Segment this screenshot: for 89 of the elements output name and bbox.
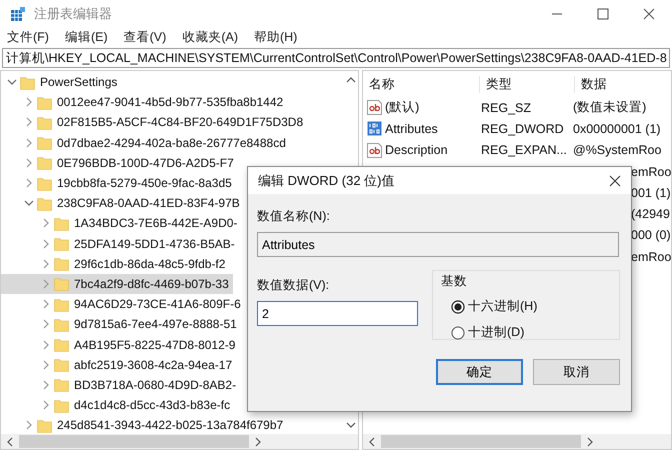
folder-icon [37,176,52,191]
table-cell-text: (数值未设置) [572,99,648,116]
radio-button[interactable] [451,300,465,314]
scroll-left-icon[interactable] [369,436,375,446]
tree-item[interactable]: d4c1d4c8-d5cc-43d3-b83e-fc [1,395,234,416]
registry-icon [10,6,26,22]
menu-item[interactable]: 文件(F) [4,29,52,46]
radio-label[interactable]: 十进制(D) [468,324,524,341]
scroll-left-icon[interactable] [7,436,13,446]
menu-item[interactable]: 帮助(H) [250,29,300,46]
maximize-icon[interactable] [597,8,609,20]
tree-item[interactable]: 0012ee47-9041-4b5d-9b77-535fba8b1442 [1,92,288,112]
tree-item[interactable]: PowerSettings [1,72,122,92]
folder-icon [37,135,52,150]
value-name[interactable]: Attributes [385,122,438,136]
table-cell-text: REG_EXPAN... [480,143,568,158]
value-name[interactable]: Description [385,143,448,158]
table-cell: emRoo [631,250,672,264]
tree-item[interactable]: 238C9FA8-0AAD-41ED-83F4-97B [1,193,244,214]
folder-icon [54,337,69,352]
tree-item[interactable]: 19cbb8fa-5279-450e-9fac-8a3d5 [1,172,236,194]
folder-icon [54,377,69,392]
folder-icon [54,398,69,413]
radio-label[interactable]: 十六进制(H) [468,298,538,315]
horizontal-scrollbar[interactable] [1,434,358,449]
column-header[interactable]: 类型 [480,76,575,92]
tree-item[interactable]: 9d7815a6-7ee4-497e-8888-51 [1,314,241,334]
ok-button[interactable]: 确定 [436,359,523,385]
folder-icon [54,276,69,292]
value-data-label: 数值数据(V): [257,277,330,294]
folder-icon [54,256,69,272]
tree-item[interactable]: 94AC6D29-73CE-41A6-809F-6 [1,294,245,314]
folder-icon [37,155,52,170]
binary-value-icon [367,121,382,136]
close-icon[interactable] [609,174,621,186]
window-title: 注册表编辑器 [34,5,112,23]
radio-button[interactable] [451,326,465,340]
table-cell: (42949 [631,207,670,222]
menu-item[interactable]: 查看(V) [120,29,170,46]
value-name-label: 数值名称(N): [257,208,331,225]
table-cell: 000 (0) [631,228,671,242]
scroll-up-icon[interactable] [346,77,356,83]
table-cell-text: REG_SZ [480,100,532,115]
string-value-icon [367,142,382,158]
table-cell: emRoo [631,164,672,179]
tree-item[interactable]: BD3B718A-0680-4D9D-8AB2- [1,374,240,395]
horizontal-scrollbar[interactable] [363,434,672,449]
folder-icon [54,316,69,332]
menu-item[interactable]: 收藏夹(A) [179,29,241,46]
address-bar[interactable]: 计算机\HKEY_LOCAL_MACHINE\SYSTEM\CurrentControlSet\Control\Power\PowerSettings\238C9FA8-0AAD-41ED-8 [2,48,670,68]
scroll-down-icon[interactable] [346,422,356,428]
column-header[interactable]: 名称 [363,76,480,92]
folder-icon [54,296,69,312]
tree-item[interactable]: 1A34BDC3-7E6B-442E-A9D0- [1,213,242,234]
scrollbar-thumb[interactable] [381,435,581,448]
scroll-right-icon[interactable] [255,436,261,446]
folder-icon [37,196,52,211]
scrollbar-thumb[interactable] [19,435,249,448]
table-cell: 001 (1) [631,186,671,200]
tree-item[interactable]: 0E796BDB-100D-47D6-A2D5-F7 [1,152,238,173]
folder-icon [54,357,69,372]
scroll-right-icon[interactable] [587,436,593,446]
folder-icon [54,236,69,252]
folder-icon [20,74,35,90]
dialog-title: 编辑 DWORD (32 位)值 [258,172,394,190]
tree-item[interactable]: 02F815B5-A5CF-4C84-BF20-649D1F75D3D8 [1,112,308,133]
tree-item[interactable]: abfc2519-3608-4c2a-94ea-17 [1,354,236,375]
tree-item[interactable]: A4B195F5-8225-47D8-8012-9 [1,334,240,355]
folder-icon [54,216,69,231]
tree-item[interactable]: 245d8541-3943-4422-b025-13a784f679b7 [1,415,288,434]
folder-icon [37,114,52,130]
tree-item[interactable]: 0d7dbae2-4294-402a-ba8e-26777e8488cd [1,132,290,153]
value-name[interactable]: (默认) [385,99,420,116]
base-label: 基数 [441,273,468,290]
table-cell-text: 0x00000001 (1) [572,122,662,136]
table-cell-text: @%SystemRoo [572,143,662,158]
tree-item[interactable]: 7bc4a2f9-d8fc-4469-b07b-33 [1,274,233,294]
tree-item[interactable]: 25DFA149-5DD1-4736-B5AB- [1,234,239,254]
column-header[interactable]: 数据 [575,76,672,92]
folder-icon [37,418,52,433]
cancel-button[interactable]: 取消 [533,359,620,385]
string-value-icon [367,100,382,116]
tree-item[interactable]: 29f6c1db-86da-48c5-9fdb-f2 [1,254,230,274]
menu-item[interactable]: 编辑(E) [62,29,111,46]
folder-icon [37,94,52,110]
table-cell-text: REG_DWORD [480,122,565,136]
close-icon[interactable] [643,8,655,20]
value-name-field[interactable]: Attributes [257,232,619,257]
value-data-field[interactable]: 2 [257,301,418,326]
